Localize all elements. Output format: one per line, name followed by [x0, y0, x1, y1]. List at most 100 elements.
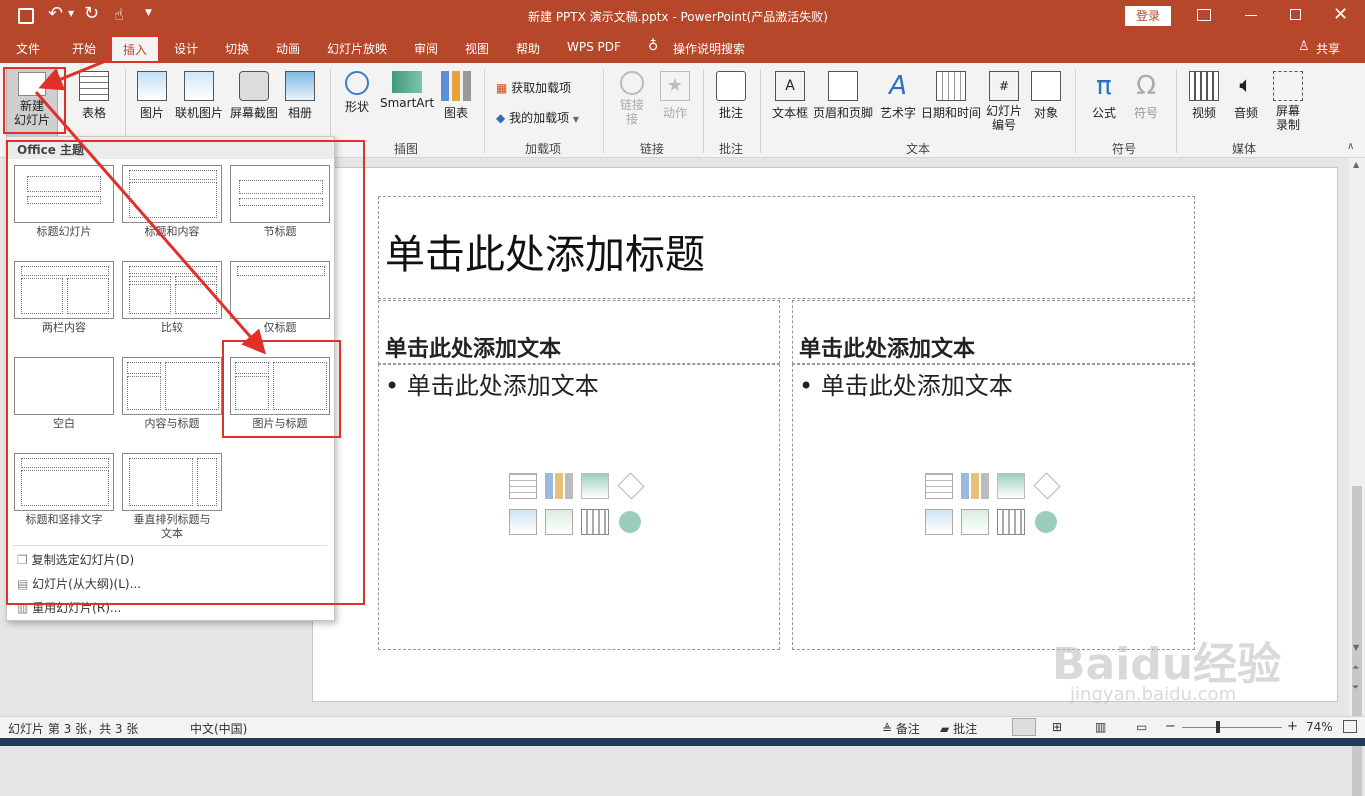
insert-icon-icon[interactable]	[1035, 511, 1057, 533]
insert-table-icon[interactable]	[925, 473, 953, 499]
insert-picture-icon[interactable]	[509, 509, 537, 535]
scroll-down-icon[interactable]: ▼	[1353, 643, 1359, 652]
insert-table-icon[interactable]	[509, 473, 537, 499]
save-icon[interactable]	[18, 8, 34, 24]
table-label: 表格	[81, 106, 106, 120]
insert-icon-icon[interactable]	[619, 511, 641, 533]
reading-view-icon[interactable]: ▥	[1095, 720, 1106, 734]
prev-slide-icon[interactable]: ⏶	[1352, 663, 1359, 673]
wordart-label: 艺术字	[879, 106, 916, 120]
zoom-level[interactable]: 74%	[1306, 720, 1333, 734]
get-addins-button[interactable]: ▦ 获取加载项	[496, 79, 571, 96]
object-icon	[1031, 71, 1061, 101]
fit-to-window-icon[interactable]	[1343, 720, 1357, 733]
tab-wps-pdf[interactable]: WPS PDF	[567, 40, 621, 54]
zoom-slider[interactable]	[1182, 727, 1282, 728]
insert-smartart-icon[interactable]	[581, 473, 609, 499]
insert-picture-icon[interactable]	[925, 509, 953, 535]
insert-3d-model-icon[interactable]	[617, 472, 645, 500]
slideshow-view-icon[interactable]: ▭	[1136, 720, 1147, 734]
scroll-thumb[interactable]	[1352, 486, 1362, 796]
ribbon-display-icon[interactable]	[1197, 9, 1211, 21]
close-icon[interactable]: ✕	[1333, 4, 1348, 25]
textbox-button[interactable]: A 文本框	[770, 71, 810, 121]
left-content-placeholder[interactable]: • 单击此处添加文本	[378, 364, 780, 650]
slide-sorter-icon[interactable]: ⊞	[1052, 720, 1062, 734]
camera-icon	[239, 71, 269, 101]
screenshot-button[interactable]: 屏幕截图	[228, 71, 280, 121]
login-button[interactable]: 登录	[1125, 6, 1171, 26]
zoom-in-button[interactable]: +	[1287, 719, 1298, 734]
insert-3d-model-icon[interactable]	[1033, 472, 1061, 500]
tab-design[interactable]: 设计	[174, 40, 198, 57]
minimize-icon[interactable]	[1245, 15, 1257, 16]
undo-dropdown-icon[interactable]: ▼	[68, 9, 74, 18]
object-button[interactable]: 对象	[1028, 71, 1064, 121]
video-button[interactable]: 视频	[1188, 71, 1220, 121]
tab-review[interactable]: 审阅	[414, 40, 438, 57]
online-pictures-button[interactable]: 联机图片	[172, 71, 226, 121]
comments-icon: ▰	[940, 722, 950, 736]
photo-album-button[interactable]: 相册	[284, 71, 316, 121]
left-bullet-text: • 单击此处添加文本	[385, 372, 599, 400]
chart-button[interactable]: 图表	[440, 71, 472, 121]
scroll-up-icon[interactable]: ▲	[1353, 160, 1359, 169]
insert-online-picture-icon[interactable]	[545, 509, 573, 535]
tab-view[interactable]: 视图	[465, 40, 489, 57]
audio-button[interactable]: 🔈︎ 音频	[1230, 71, 1262, 121]
insert-chart-icon[interactable]	[545, 473, 573, 499]
link-button: 链接 接	[616, 71, 648, 126]
left-heading-placeholder[interactable]: 单击此处添加文本	[378, 300, 780, 364]
insert-online-picture-icon[interactable]	[961, 509, 989, 535]
touch-mode-icon[interactable]: ☝	[114, 5, 124, 24]
pictures-button[interactable]: 图片	[136, 71, 168, 121]
restore-icon[interactable]	[1290, 9, 1301, 20]
insert-video-icon[interactable]	[581, 509, 609, 535]
zoom-slider-thumb[interactable]	[1216, 721, 1220, 733]
insert-video-icon[interactable]	[997, 509, 1025, 535]
share-button[interactable]: 共享	[1316, 40, 1340, 57]
header-footer-button[interactable]: 页眉和页脚	[812, 71, 874, 121]
insert-chart-icon[interactable]	[961, 473, 989, 499]
language-indicator[interactable]: 中文(中国)	[190, 720, 247, 737]
next-slide-icon[interactable]: ⏷	[1352, 683, 1359, 693]
insert-smartart-icon[interactable]	[997, 473, 1025, 499]
date-time-button[interactable]: 日期和时间	[920, 71, 982, 121]
title-placeholder[interactable]: 单击此处添加标题	[378, 196, 1195, 299]
tell-me-search[interactable]: 操作说明搜索	[673, 40, 745, 57]
tab-transitions[interactable]: 切换	[225, 40, 249, 57]
vertical-scrollbar[interactable]: ▲ ▼ ⏶ ⏷	[1349, 158, 1365, 796]
watermark-brand: Baidu经验	[1052, 639, 1282, 690]
highlight-new-slide	[3, 67, 66, 134]
comments-label: 批注	[953, 722, 978, 736]
tab-slideshow[interactable]: 幻灯片放映	[327, 40, 387, 57]
equation-button[interactable]: π 公式	[1088, 71, 1120, 121]
tab-file[interactable]: 文件	[16, 40, 40, 57]
normal-view-icon[interactable]	[1012, 718, 1036, 736]
right-heading-placeholder[interactable]: 单击此处添加文本	[792, 300, 1195, 364]
tab-help[interactable]: 帮助	[516, 40, 540, 57]
slide-number-button[interactable]: # 幻灯片 编号	[984, 71, 1024, 132]
table-button[interactable]: 表格	[76, 71, 112, 121]
zoom-out-button[interactable]: −	[1165, 719, 1176, 734]
tab-home[interactable]: 开始	[72, 40, 96, 57]
action-icon: ★	[660, 71, 690, 101]
redo-icon[interactable]: ↻	[84, 3, 99, 24]
notes-button[interactable]: ≜ 备注	[882, 720, 920, 737]
screen-recording-button[interactable]: 屏幕 录制	[1270, 71, 1306, 132]
shapes-button[interactable]: 形状	[340, 71, 374, 115]
tab-animations[interactable]: 动画	[276, 40, 300, 57]
collapse-ribbon-icon[interactable]: ∧	[1347, 141, 1354, 152]
comment-button[interactable]: 批注	[714, 71, 748, 121]
smartart-button[interactable]: SmartArt	[380, 71, 434, 110]
undo-icon[interactable]: ↶	[48, 3, 63, 24]
wordart-button[interactable]: A 艺术字	[878, 71, 918, 121]
omega-icon: Ω	[1136, 71, 1156, 101]
group-comments: 批注	[719, 142, 744, 156]
customize-qat-icon[interactable]: ▼	[145, 8, 152, 18]
my-addins-button[interactable]: ◆ 我的加载项 ▼	[496, 109, 579, 126]
pictures-label: 图片	[139, 106, 164, 120]
tab-insert[interactable]: 插入	[110, 35, 160, 63]
right-content-placeholder[interactable]: • 单击此处添加文本	[792, 364, 1195, 650]
comments-button[interactable]: ▰ 批注	[940, 720, 977, 737]
